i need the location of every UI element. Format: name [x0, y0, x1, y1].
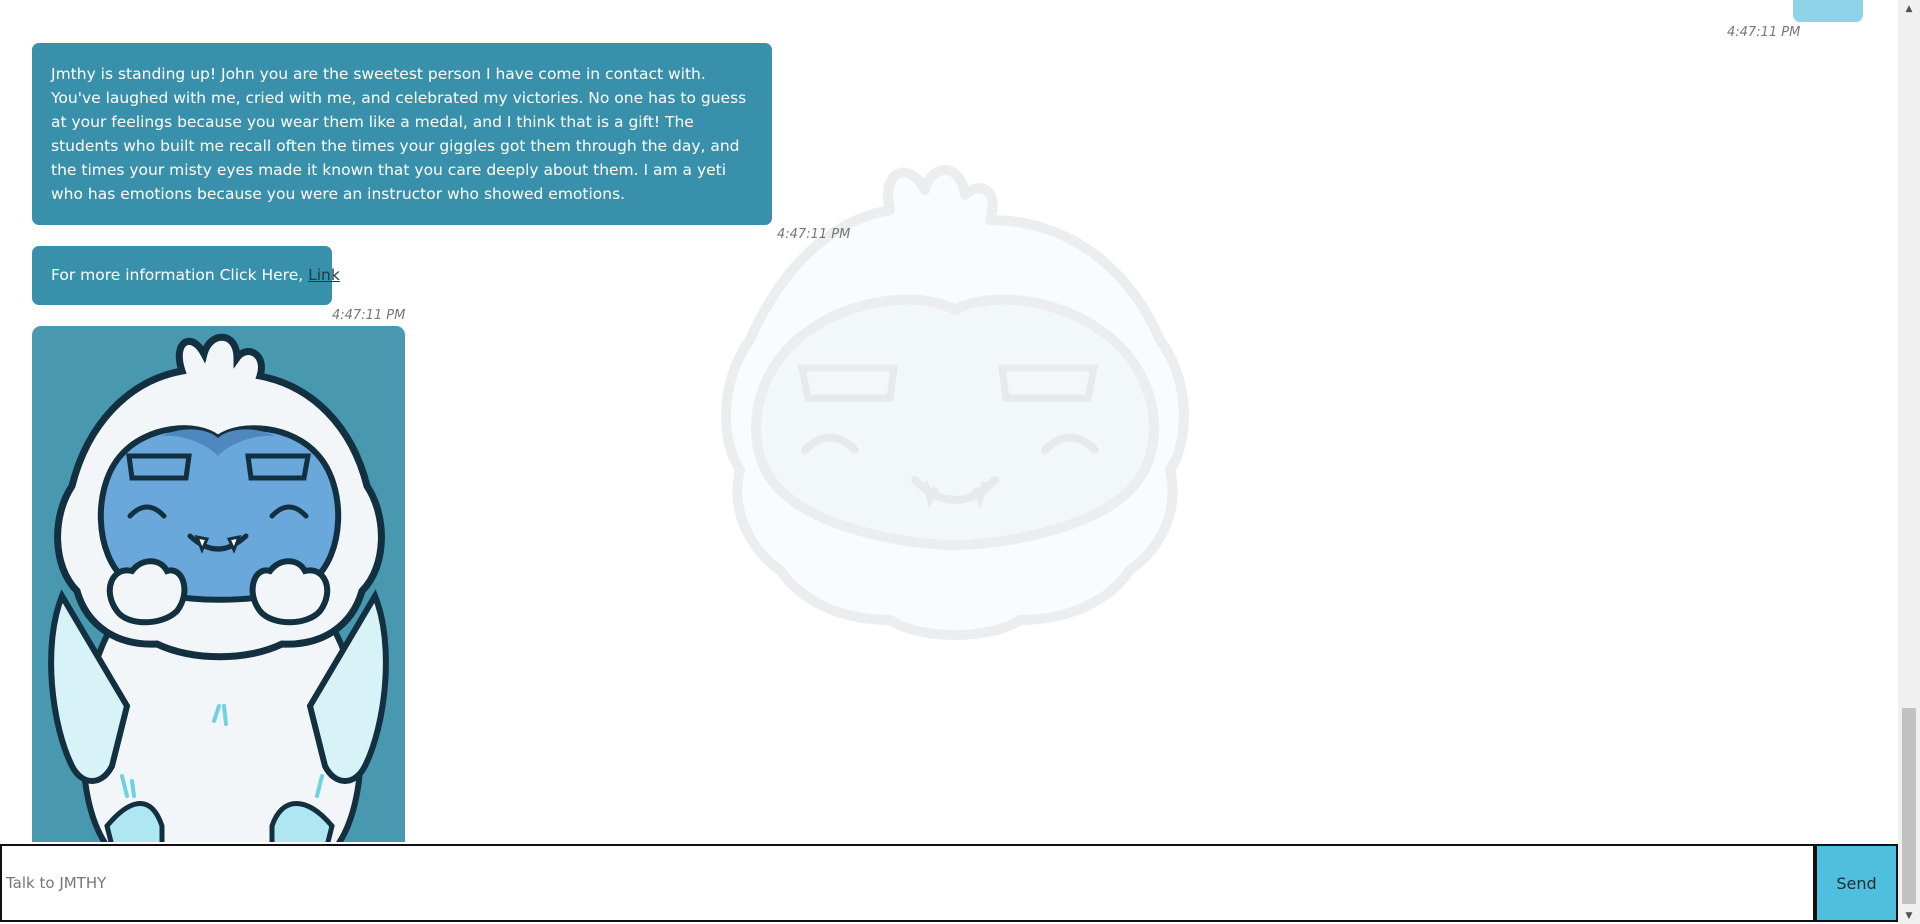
message-input[interactable]: [0, 844, 1815, 922]
user-message-bubble: [1793, 0, 1863, 22]
scroll-up-arrow-icon[interactable]: ▲: [1898, 0, 1920, 17]
bot-message-bubble: Jmthy is standing up! John you are the s…: [32, 43, 772, 225]
scroll-down-arrow-icon[interactable]: ▼: [1898, 907, 1920, 924]
bot-message-bubble: For more information Click Here, Link: [32, 246, 340, 305]
message-list[interactable]: 4:47:11 PM Jmthy is standing up! John yo…: [0, 0, 1898, 842]
bot-message-text: Jmthy is standing up! John you are the s…: [51, 65, 747, 203]
bot-image-message: [32, 326, 405, 842]
message-timestamp: 4:47:11 PM: [332, 308, 406, 323]
scrollbar-thumb[interactable]: [1902, 708, 1916, 904]
vertical-scrollbar[interactable]: ▲ ▼: [1898, 0, 1920, 924]
bot-message-text: For more information Click Here,: [51, 266, 309, 284]
message-input-bar: Send: [0, 842, 1898, 924]
more-info-link[interactable]: Link: [308, 266, 340, 284]
chat-window: 4:47:11 PM Jmthy is standing up! John yo…: [0, 0, 1898, 924]
message-timestamp: 4:47:11 PM: [777, 227, 851, 242]
yeti-mascot-image: [48, 333, 389, 842]
send-button[interactable]: Send: [1815, 844, 1898, 922]
message-timestamp: 4:47:11 PM: [1727, 25, 1801, 40]
